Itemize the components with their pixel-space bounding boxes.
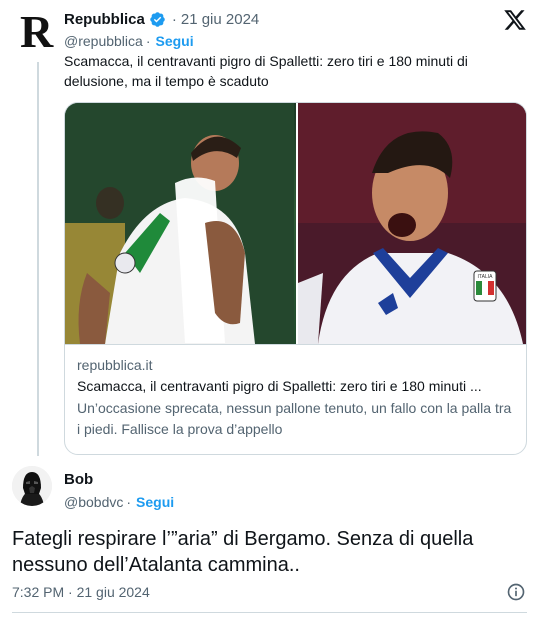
handle-separator: ·: [145, 33, 151, 49]
tweet-container: R Repubblica · 21 giu 2024 @repubblica ·…: [0, 0, 541, 621]
card-domain: repubblica.it: [77, 357, 153, 373]
reply-author-name[interactable]: Bob: [64, 471, 93, 488]
verified-badge-icon: [150, 11, 165, 27]
parent-follow-button[interactable]: Segui: [155, 33, 193, 49]
x-logo-icon[interactable]: [503, 8, 527, 32]
card-description: Un’occasione sprecata, nessun pallone te…: [77, 400, 512, 437]
card-title: Scamacca, il centravanti pigro di Spalle…: [77, 378, 482, 394]
card-images: ITALIA: [65, 103, 526, 344]
parent-subheader: @repubblica · Segui: [64, 32, 194, 50]
bob-avatar[interactable]: [12, 466, 52, 506]
header-separator: ·: [171, 10, 177, 28]
reply-follow-button[interactable]: Segui: [136, 494, 174, 510]
darth-vader-avatar-icon: [12, 466, 52, 506]
parent-header: Repubblica · 21 giu 2024: [64, 9, 259, 29]
reply-timestamp[interactable]: 7:32 PM · 21 giu 2024: [12, 584, 150, 600]
reply-subheader: @bobdvc · Segui: [64, 494, 174, 510]
player-celebrating-photo: ITALIA: [297, 103, 526, 344]
player-celebrating-illustration: ITALIA: [297, 103, 526, 344]
crest-text: ITALIA: [477, 274, 493, 280]
reply-handle-separator: ·: [126, 494, 132, 510]
parent-handle[interactable]: @repubblica: [64, 33, 143, 49]
repubblica-avatar[interactable]: R: [20, 9, 54, 55]
bottom-divider: [12, 612, 527, 613]
info-icon[interactable]: [506, 582, 526, 602]
player-dejected-photo: [65, 103, 296, 344]
card-meta: repubblica.it Scamacca, il centravanti p…: [65, 344, 526, 440]
reply-handle[interactable]: @bobdvc: [64, 494, 123, 510]
thread-line: [37, 62, 39, 456]
reply-tweet-text: Fategli respirare l’”aria” di Bergamo. S…: [12, 528, 474, 576]
parent-tweet-text: Scamacca, il centravanti pigro di Spalle…: [64, 53, 468, 89]
parent-author-name[interactable]: Repubblica: [64, 11, 145, 28]
player-dejected-illustration: [65, 103, 294, 344]
link-card[interactable]: ITALIA repubblica.it Scamacca, il centra…: [64, 102, 527, 455]
parent-date[interactable]: 21 giu 2024: [181, 11, 259, 28]
